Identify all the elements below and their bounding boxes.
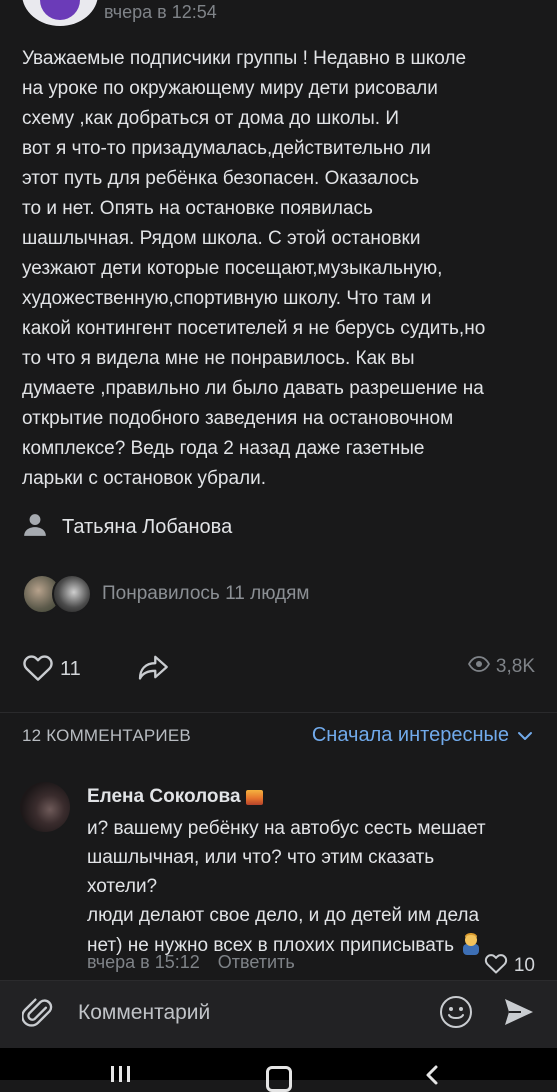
attach-button[interactable] [21, 996, 54, 1035]
smile-icon [438, 996, 474, 1034]
liker-avatar [52, 574, 92, 614]
post-author[interactable]: Татьяна Лобанова [22, 512, 232, 543]
comment-like-count: 10 [513, 955, 535, 976]
post-time: вчера в 12:54 [104, 2, 217, 22]
comments-sort-dropdown[interactable]: Сначала интересные [312, 724, 533, 747]
send-button[interactable] [502, 996, 536, 1033]
person-emoji-icon [458, 930, 484, 956]
heart-icon [484, 952, 508, 980]
comment-time: вчера в 15:12 [87, 952, 200, 972]
sort-label: Сначала интересные [311, 724, 509, 746]
views-count: 3,8K [495, 656, 535, 677]
group-avatar[interactable] [22, 0, 98, 26]
comment-body: и? вашему ребёнку на автобус сесть мешае… [87, 818, 486, 956]
author-name: Татьяна Лобанова [62, 516, 233, 538]
comment-meta: вчера в 15:12 Ответить [87, 952, 295, 973]
liked-by-row[interactable]: Понравилось 11 людям [22, 574, 309, 614]
chevron-left-icon [424, 1065, 440, 1090]
user-icon [22, 512, 48, 543]
commenter-avatar[interactable] [20, 782, 70, 832]
home-button[interactable] [266, 1066, 292, 1092]
divider [0, 712, 557, 713]
like-button[interactable]: 11 [22, 652, 81, 687]
commenter[interactable]: Елена Соколова [87, 786, 263, 808]
reply-button[interactable]: Ответить [218, 952, 295, 973]
comment-input[interactable]: Комментарий [78, 1001, 210, 1025]
sunset-emoji-icon [245, 789, 263, 805]
heart-icon [22, 652, 54, 687]
send-icon [502, 999, 536, 1032]
views-counter: 3,8K [467, 656, 535, 678]
emoji-button[interactable] [438, 994, 474, 1035]
post-text: Уважаемые подписчики группы ! Недавно в … [22, 48, 486, 489]
share-icon [137, 655, 171, 685]
post-actions: 11 [22, 652, 171, 687]
comment-like-button[interactable]: 10 [484, 952, 535, 980]
chevron-down-icon [517, 724, 533, 747]
like-count: 11 [60, 658, 81, 680]
comments-count: 12 КОММЕНТАРИЕВ [22, 726, 191, 745]
paperclip-icon [21, 998, 54, 1034]
liked-by-text: Понравилось 11 людям [102, 583, 310, 604]
back-button[interactable] [424, 1064, 440, 1091]
commenter-name: Елена Соколова [87, 786, 241, 807]
share-button[interactable] [137, 653, 171, 686]
eye-icon [467, 656, 490, 678]
comment-text: и? вашему ребёнку на автобус сесть мешае… [87, 814, 537, 960]
